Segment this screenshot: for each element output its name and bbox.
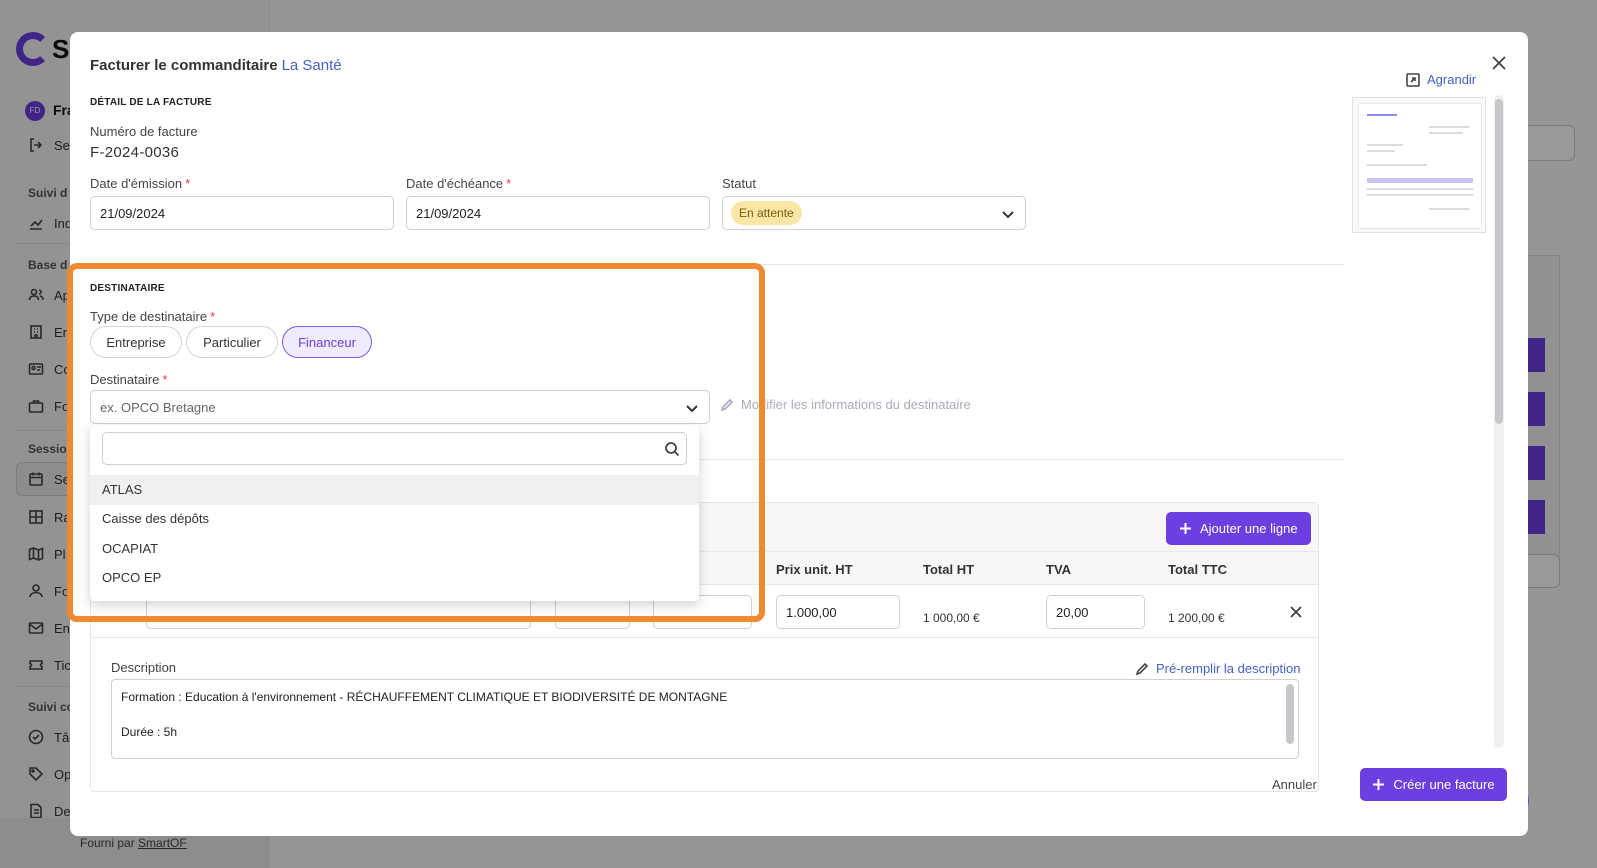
chevron-down-icon	[1002, 211, 1014, 219]
divider	[90, 264, 1344, 265]
issue-date-label: Date d'émission *	[90, 176, 191, 191]
recipient-label: Destinataire *	[90, 372, 168, 387]
search-icon	[665, 442, 680, 457]
recipient-dropdown: ATLAS Caisse des dépôts OCAPIAT OPCO EP	[90, 425, 699, 601]
create-invoice-button[interactable]: Créer une facture	[1360, 768, 1507, 801]
status-badge: En attente	[731, 201, 802, 225]
dropdown-option[interactable]: Caisse des dépôts	[90, 504, 699, 534]
edit-recipient-link[interactable]: Modifier les informations du destinatair…	[720, 397, 971, 412]
invoice-number: F-2024-0036	[90, 144, 180, 161]
dropdown-search-input[interactable]	[102, 432, 687, 465]
cancel-button[interactable]: Annuler	[1272, 777, 1317, 792]
unit-price-input[interactable]: 1.000,00	[776, 595, 900, 629]
close-button[interactable]	[1488, 52, 1510, 74]
dropdown-option[interactable]: OCAPIAT	[90, 534, 699, 564]
modal-title: Facturer le commanditaire La Santé	[90, 57, 342, 74]
plus-icon	[1180, 523, 1191, 534]
invoice-number-label: Numéro de facture	[90, 124, 198, 139]
prefill-description-button[interactable]: Pré-remplir la description	[1135, 661, 1301, 676]
dropdown-option[interactable]: OPCO EP	[90, 563, 699, 593]
recipient-section-title: DESTINATAIRE	[90, 283, 165, 294]
due-date-label: Date d'échéance *	[406, 176, 512, 191]
textarea-scrollbar[interactable]	[1286, 684, 1294, 744]
scrollbar-thumb[interactable]	[1495, 99, 1503, 424]
recipient-type-label: Type de destinataire *	[90, 309, 216, 324]
description-textarea[interactable]: Formation : Education à l'environnement …	[111, 679, 1299, 759]
enlarge-button[interactable]: Agrandir	[1406, 72, 1476, 87]
tva-input[interactable]: 20,00	[1046, 595, 1145, 629]
issue-date-input[interactable]: 21/09/2024	[90, 196, 394, 230]
recipient-type-company[interactable]: Entreprise	[90, 326, 182, 358]
recipient-type-funder[interactable]: Financeur	[282, 326, 372, 358]
chevron-down-icon	[686, 405, 698, 413]
invoice-modal: Facturer le commanditaire La Santé Agrand…	[70, 32, 1528, 836]
preview-thumbnail	[1359, 104, 1481, 228]
close-icon	[1492, 56, 1506, 70]
invoice-section-title: DÉTAIL DE LA FACTURE	[90, 97, 212, 108]
col-total-ttc: Total TTC	[1168, 562, 1227, 577]
due-date-input[interactable]: 21/09/2024	[406, 196, 710, 230]
description-label: Description	[111, 660, 177, 675]
expand-icon	[1406, 72, 1420, 87]
recipient-type-individual[interactable]: Particulier	[186, 326, 278, 358]
client-link[interactable]: La Santé	[282, 57, 342, 74]
pencil-icon	[720, 398, 734, 411]
modal-scrollbar[interactable]	[1494, 95, 1504, 748]
col-total-ht: Total HT	[923, 562, 975, 577]
recipient-select[interactable]: ex. OPCO Bretagne	[90, 390, 710, 424]
invoice-preview[interactable]	[1352, 97, 1486, 233]
status-select[interactable]: En attente	[722, 196, 1026, 230]
col-unit-price: Prix unit. HT	[776, 562, 853, 577]
remove-line-button[interactable]	[1289, 605, 1303, 619]
total-ht-value: 1 000,00 €	[923, 611, 980, 625]
dropdown-option[interactable]: ATLAS	[90, 475, 699, 505]
total-ttc-value: 1 200,00 €	[1168, 611, 1225, 625]
plus-icon	[1373, 779, 1385, 790]
divider	[91, 637, 1318, 638]
close-icon	[1290, 606, 1302, 618]
col-tva: TVA	[1046, 562, 1072, 577]
pencil-icon	[1135, 662, 1149, 675]
add-line-button[interactable]: Ajouter une ligne	[1166, 512, 1311, 545]
status-label: Statut	[722, 176, 756, 191]
